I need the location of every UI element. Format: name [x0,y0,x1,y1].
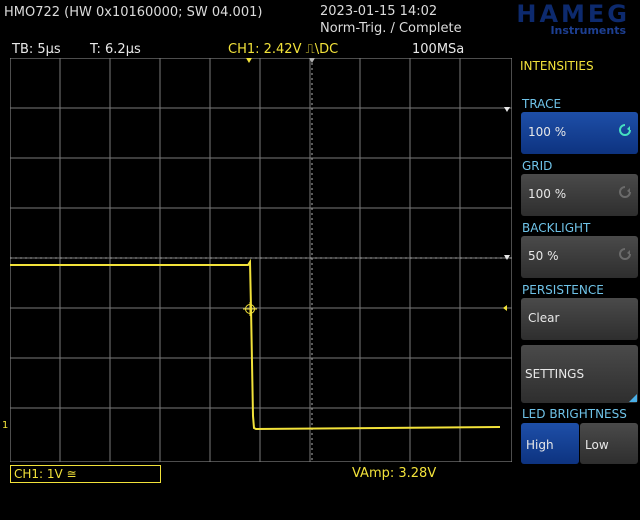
submenu-corner-icon [629,394,637,402]
sample-rate-readout: 100MSa [412,42,465,57]
persistence-clear-button[interactable]: Clear [521,298,638,340]
hameg-logo: HAMEG Instruments [452,0,634,40]
logo-subtitle: Instruments [550,24,626,37]
rotary-knob-icon [619,124,631,136]
waveform-display[interactable] [10,58,512,462]
backlight-value: 50 % [528,249,559,263]
ch1-ground-marker[interactable]: 1 [2,420,8,431]
led-high-button[interactable]: High [521,423,579,464]
settings-label: SETTINGS [525,367,585,381]
settings-button[interactable]: SETTINGS [521,345,638,403]
trace-label: TRACE [522,97,562,111]
rotary-knob-icon [619,186,631,198]
backlight-label: BACKLIGHT [522,221,591,235]
trigger-state-label: Norm-Trig. / Complete [320,21,462,36]
trigger-position-readout: T: 6.2µs [90,42,141,57]
led-low-button[interactable]: Low [580,423,638,464]
menu-title: INTENSITIES [520,59,594,73]
trace-intensity-button[interactable]: 100 % [521,112,638,154]
graticule-border [10,58,512,462]
vamp-measurement: VAmp: 3.28V [352,466,437,481]
persistence-value: Clear [528,311,560,325]
ch1-trigger-readout: CH1: 2.42V ⎍\DC [228,42,339,57]
grid-intensity-button[interactable]: 100 % [521,174,638,216]
backlight-button[interactable]: 50 % [521,236,638,278]
rotary-knob-icon [619,248,631,260]
device-model-label: HMO722 (HW 0x10160000; SW 04.001) [4,5,263,20]
datetime-label: 2023-01-15 14:02 [320,4,438,19]
led-brightness-label: LED BRIGHTNESS [522,407,627,421]
ch1-scale-box[interactable]: CH1: 1V ≅ [10,465,161,483]
timebase-readout: TB: 5µs [12,42,61,57]
persistence-label: PERSISTENCE [522,283,604,297]
grid-value: 100 % [528,187,567,201]
trace-value: 100 % [528,125,567,139]
grid-label: GRID [522,159,553,173]
